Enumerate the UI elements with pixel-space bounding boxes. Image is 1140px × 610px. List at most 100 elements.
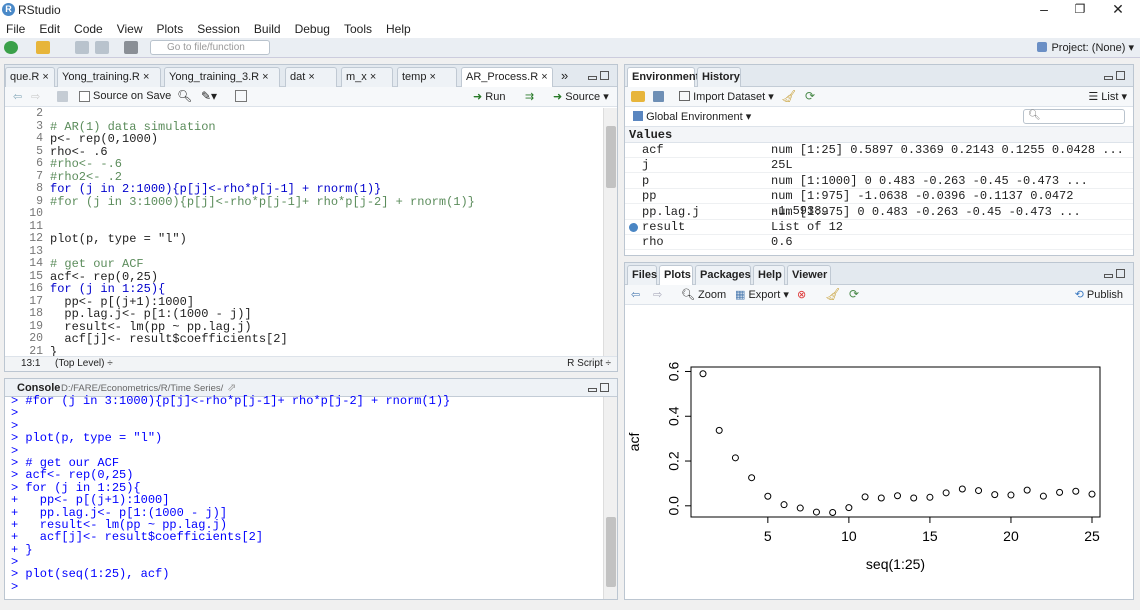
menu-plots[interactable]: Plots <box>151 20 192 38</box>
run-button[interactable]: ➜ Run <box>473 90 505 103</box>
menu-code[interactable]: Code <box>68 20 111 38</box>
tab-yong-training-3[interactable]: Yong_training_3.R × <box>164 67 280 87</box>
project-menu[interactable]: Project: (None) ▾ <box>1037 41 1134 54</box>
plots-minmax[interactable] <box>1101 269 1125 279</box>
zoom-button[interactable]: 🔍︎ Zoom <box>681 288 726 301</box>
more-tabs-icon[interactable]: » <box>561 68 568 83</box>
environment-toolbar: Import Dataset ▾ 🧹︎ ⟳ ☰ List ▾ <box>625 87 1133 107</box>
save-workspace-icon[interactable] <box>653 91 664 102</box>
refresh-plot-icon[interactable]: ⟳ <box>849 287 859 301</box>
tab-temp[interactable]: temp × <box>397 67 457 87</box>
file-type-selector[interactable]: R Script ÷ <box>567 358 611 369</box>
minimize-button[interactable]: – <box>1026 0 1062 20</box>
environment-scope-bar: Global Environment ▾ 🔍︎ <box>625 107 1133 127</box>
line-number: 14 <box>29 257 43 270</box>
tab-que[interactable]: que.R × <box>5 67 55 87</box>
search-icon[interactable]: 🔍︎ <box>177 89 192 103</box>
environment-tabbar: Environment History <box>625 65 1133 87</box>
environment-search-input[interactable]: 🔍︎ <box>1023 109 1125 124</box>
scope-selector[interactable]: (Top Level) ÷ <box>55 358 113 369</box>
tab-environment[interactable]: Environment <box>627 67 699 87</box>
data-point <box>845 504 853 512</box>
environment-row[interactable]: p num [1:1000] 0 0.483 -0.263 -0.45 -0.47… <box>625 174 1133 189</box>
goto-file-input[interactable]: Go to file/function <box>150 40 270 55</box>
next-plot-icon[interactable]: ⇨ <box>653 288 662 301</box>
scope-dropdown[interactable]: Global Environment ▾ <box>633 110 751 123</box>
code-line: rho<- .6 <box>50 144 108 159</box>
menu-debug[interactable]: Debug <box>289 20 338 38</box>
editor-scrollbar[interactable] <box>603 108 617 358</box>
code-area[interactable]: # AR(1) data simulation p<- rep(0,1000) rh… <box>50 108 600 358</box>
environment-row[interactable]: j 25L <box>625 158 1133 174</box>
tab-files[interactable]: Files <box>627 265 657 285</box>
environment-row[interactable]: acf num [1:25] 0.5897 0.3369 0.2143 0.125… <box>625 143 1133 158</box>
wand-icon[interactable]: ✎▾ <box>201 89 217 103</box>
tab-label: Yong_training_3.R <box>169 71 260 83</box>
refresh-icon[interactable]: ⟳ <box>805 89 815 103</box>
tab-label: AR_Process.R <box>466 71 539 83</box>
console-minmax[interactable] <box>585 383 609 393</box>
previous-plot-icon[interactable]: ⇦ <box>631 288 640 301</box>
open-project-icon[interactable] <box>36 41 50 54</box>
menu-help[interactable]: Help <box>380 20 419 38</box>
console-title[interactable]: Console <box>17 382 60 394</box>
environment-row[interactable]: rho 0.6 <box>625 235 1133 251</box>
environment-minmax[interactable] <box>1101 71 1125 81</box>
tab-dat[interactable]: dat × <box>285 67 337 87</box>
menu-build[interactable]: Build <box>248 20 289 38</box>
tab-m-x[interactable]: m_x × <box>341 67 393 87</box>
line-number: 16 <box>29 282 43 295</box>
load-workspace-icon[interactable] <box>631 91 645 102</box>
print-icon[interactable] <box>124 41 138 54</box>
editor-pane: que.R × Yong_training.R × Yong_training_… <box>4 64 618 372</box>
variable-value: 0.6 <box>771 235 793 250</box>
remove-plot-icon[interactable]: ⊗ <box>797 288 806 301</box>
environment-row[interactable]: result List of 12 <box>625 220 1133 235</box>
list-icon: ☰ <box>1088 91 1099 103</box>
console-path: D:/FARE/Econometrics/R/Time Series/ <box>61 383 224 394</box>
restore-button[interactable]: ❐ <box>1062 0 1098 20</box>
tab-help[interactable]: Help <box>753 265 785 285</box>
menu-tools[interactable]: Tools <box>338 20 380 38</box>
forward-arrow-icon[interactable]: ⇨ <box>31 90 40 103</box>
broom-icon[interactable]: 🧹︎ <box>781 89 796 103</box>
menu-file[interactable]: File <box>0 20 33 38</box>
plots-toolbar: ⇦ ⇨ 🔍︎ Zoom ▦ Export ▾ ⊗ 🧹︎ ⟳ ⟲ Publish <box>625 285 1133 305</box>
expand-icon[interactable] <box>629 223 638 232</box>
console-scrollbar[interactable] <box>603 397 617 599</box>
source-on-save-checkbox[interactable] <box>79 91 90 102</box>
import-dataset-button[interactable]: Import Dataset ▾ <box>679 90 774 103</box>
path-arrow-icon[interactable]: ⇗ <box>227 381 236 394</box>
console-output[interactable]: > #for (j in 3:1000){p[j]<-rho*p[j-1]+ r… <box>11 395 601 599</box>
editor-minmax[interactable] <box>585 71 609 81</box>
clear-plots-icon[interactable]: 🧹︎ <box>825 287 840 301</box>
rerun-icon[interactable]: ⇉ <box>525 90 534 103</box>
environment-row[interactable]: pp num [1:975] -1.0638 -0.0396 -0.1137 0.… <box>625 189 1133 218</box>
tab-yong-training[interactable]: Yong_training.R × <box>57 67 161 87</box>
save-icon[interactable] <box>75 41 89 54</box>
list-view-toggle[interactable]: ☰ List ▾ <box>1088 90 1127 103</box>
y-tick-label: 0.2 <box>666 451 682 471</box>
menu-session[interactable]: Session <box>191 20 248 38</box>
save-icon[interactable] <box>57 91 68 102</box>
save-all-icon[interactable] <box>95 41 109 54</box>
close-button[interactable]: ✕ <box>1100 0 1136 20</box>
title-bar: R RStudio – ❐ ✕ <box>0 0 1140 20</box>
tab-ar-process[interactable]: AR_Process.R × <box>461 67 553 87</box>
outline-icon[interactable] <box>235 90 247 102</box>
tab-packages[interactable]: Packages <box>695 265 751 285</box>
console-line: + } <box>11 542 33 557</box>
back-arrow-icon[interactable]: ⇦ <box>13 90 22 103</box>
menu-view[interactable]: View <box>111 20 151 38</box>
menu-edit[interactable]: Edit <box>33 20 68 38</box>
environment-row[interactable]: pp.lag.j num [1:975] 0 0.483 -0.263 -0.45… <box>625 205 1133 220</box>
tab-plots[interactable]: Plots <box>659 265 693 285</box>
publish-button[interactable]: ⟲ Publish <box>1075 288 1123 301</box>
tab-viewer[interactable]: Viewer <box>787 265 831 285</box>
variable-name: rho <box>642 235 664 250</box>
export-button[interactable]: ▦ Export ▾ <box>735 288 789 301</box>
new-file-icon[interactable] <box>4 41 18 54</box>
tab-history[interactable]: History <box>697 67 741 87</box>
source-button[interactable]: ➜ Source ▾ <box>553 90 609 103</box>
line-number: 6 <box>36 157 43 170</box>
